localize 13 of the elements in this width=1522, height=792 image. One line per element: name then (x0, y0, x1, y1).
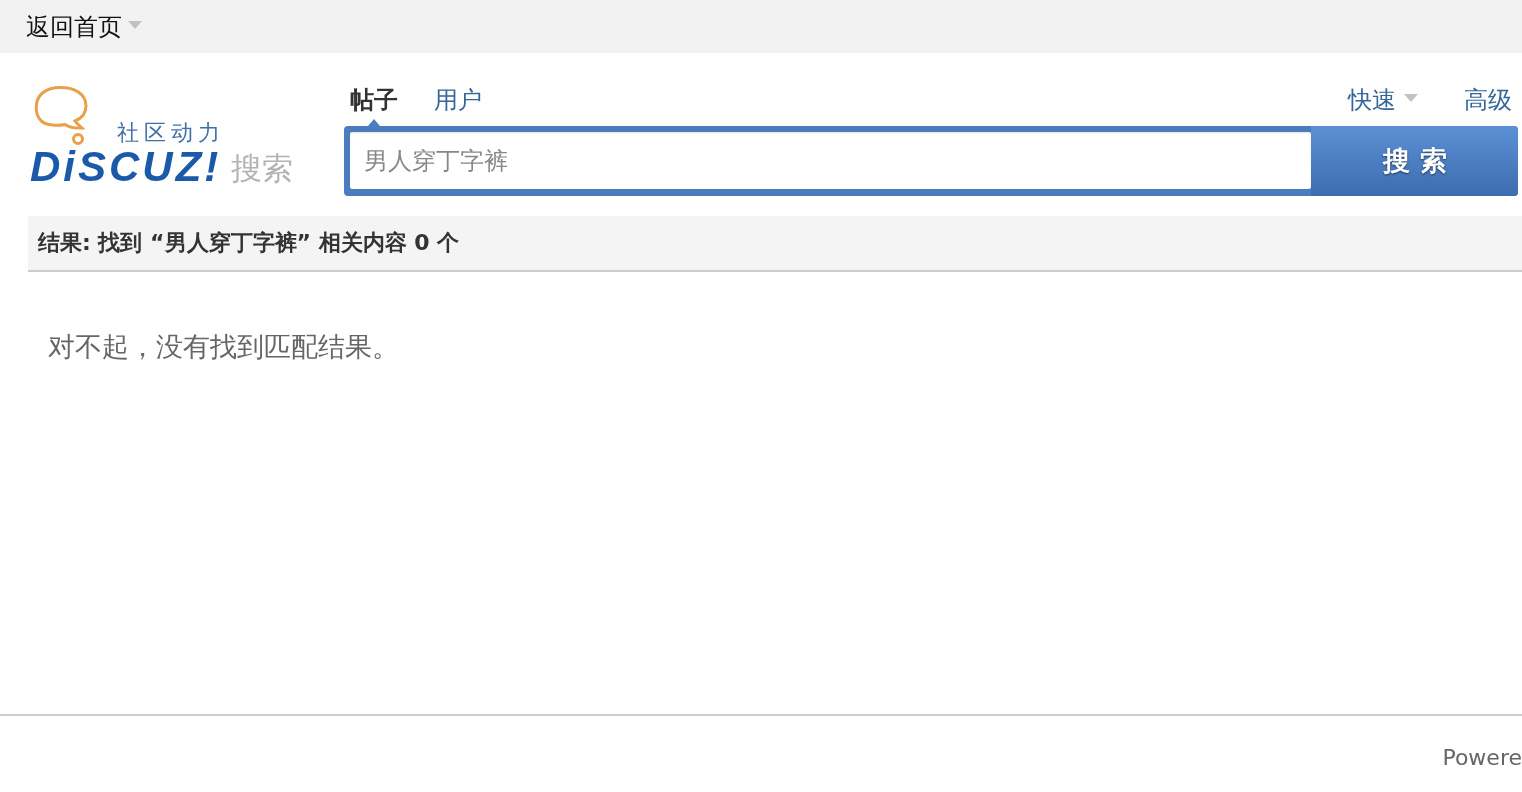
thought-bubble-icon (33, 85, 89, 147)
results-summary: 结果: 找到 “男人穿丁字裤” 相关内容 0 个 (38, 229, 460, 257)
logo-tagline: 社区动力 (117, 120, 225, 146)
search-tab[interactable]: 用户 (434, 85, 482, 126)
no-results-message: 对不起，没有找到匹配结果。 (48, 330, 399, 364)
search-mode-link[interactable]: 高级 (1464, 85, 1512, 115)
home-link[interactable]: 返回首页 (26, 11, 142, 42)
logo-wordmark: DiSCUZ! (30, 147, 222, 187)
search-field[interactable]: 男人穿丁字裤 (350, 132, 1311, 189)
logo-suffix: 搜索 (231, 149, 294, 187)
search-button[interactable]: 搜索 (1311, 126, 1518, 196)
powered-by-text: Powere (1442, 744, 1522, 772)
search-mode-link[interactable]: 快速 (1348, 85, 1418, 115)
